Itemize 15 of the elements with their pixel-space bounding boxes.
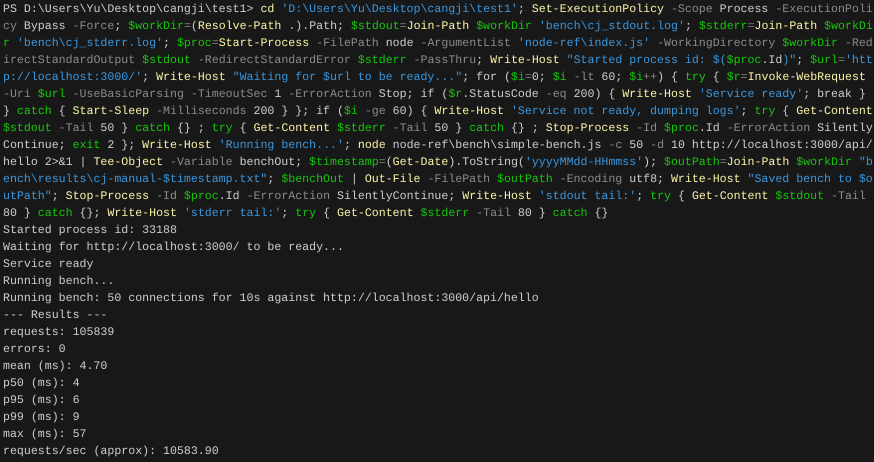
output-line: --- Results --- bbox=[3, 308, 108, 324]
output-line: p99 (ms): 9 bbox=[3, 410, 80, 426]
output-line: mean (ms): 4.70 bbox=[3, 359, 108, 375]
output-line: max (ms): 57 bbox=[3, 427, 86, 443]
output-line: Started process id: 33188 bbox=[3, 223, 177, 239]
output-line: Running bench... bbox=[3, 274, 114, 290]
output-line: Waiting for http://localhost:3000/ to be ready... bbox=[3, 240, 344, 256]
output-line: requests: 105839 bbox=[3, 325, 114, 341]
output-line: p95 (ms): 6 bbox=[3, 393, 80, 409]
output-line: Service ready bbox=[3, 257, 94, 273]
output-line: p50 (ms): 4 bbox=[3, 376, 80, 392]
command-line: PS D:\Users\Yu\Desktop\cangji\test1> cd 'D:\Users\Yu\Desktop\cangji\test1'; Set-ExecutionPolicy -Scope Process -ExecutionPolicy Bypass -Force; $workDir=(Resolve-Path .).Path; $stdout=Join-Path $workDir 'bench\cj_stdout.log'; $stderr=Join-Path $workDir 'bench\cj_stderr.log'; $proc=Start-Process -FilePath node -ArgumentList 'node-ref\index.js' -WorkingDirectory $workDir -RedirectStandardOutput $stdout -RedirectStandardError $stderr -PassThru; Write-Host "Started process id: $($proc.Id)"; $url='http://localhost:3000/'; Write-Host "Waiting for $url to be ready..."; for ($i=0; $i -lt 60; $i++) { try { $r=Invoke-WebRequest -Uri $url -UseBasicParsing -TimeoutSec 1 -ErrorAction Stop; if ($r.StatusCode -eq 200) { Write-Host 'Service ready'; break } } catch { Start-Sleep -Milliseconds 200 } }; if ($i -ge 60) { Write-Host 'Service not ready, dumping logs'; try { Get-Content $stdout -Tail 50 } catch {} ; try { Get-Content $stderr -Tail 50 } catch {} ; Stop-Process -Id $proc.Id -ErrorAction SilentlyContinue; exit 2 }; Write-Host 'Running bench...'; node node-ref\bench\simple-bench.js -c 50 -d 10 http://localhost:3000/api/hello 2>&1 | Tee-Object -Variable benchOut; $timestamp=(Get-Date).ToString('yyyyMMdd-HHmmss'); $outPath=Join-Path $workDir "bench\results\cj-manual-$timestamp.txt"; $benchOut | Out-File -FilePath $outPath -Encoding utf8; Write-Host "Saved bench to $outPath"; Stop-Process -Id $proc.Id -ErrorAction SilentlyContinue; Write-Host 'stdout tail:'; try { Get-Content $stdout -Tail 80 } catch {}; Write-Host 'stderr tail:'; try { Get-Content $stderr -Tail 80 } catch {} bbox=[3, 2, 874, 222]
output-line: Running bench: 50 connections for 10s against http://localhost:3000/api/hello bbox=[3, 291, 539, 307]
output-line: errors: 0 bbox=[3, 342, 66, 358]
output-line: requests/sec (approx): 10583.90 bbox=[3, 444, 219, 460]
